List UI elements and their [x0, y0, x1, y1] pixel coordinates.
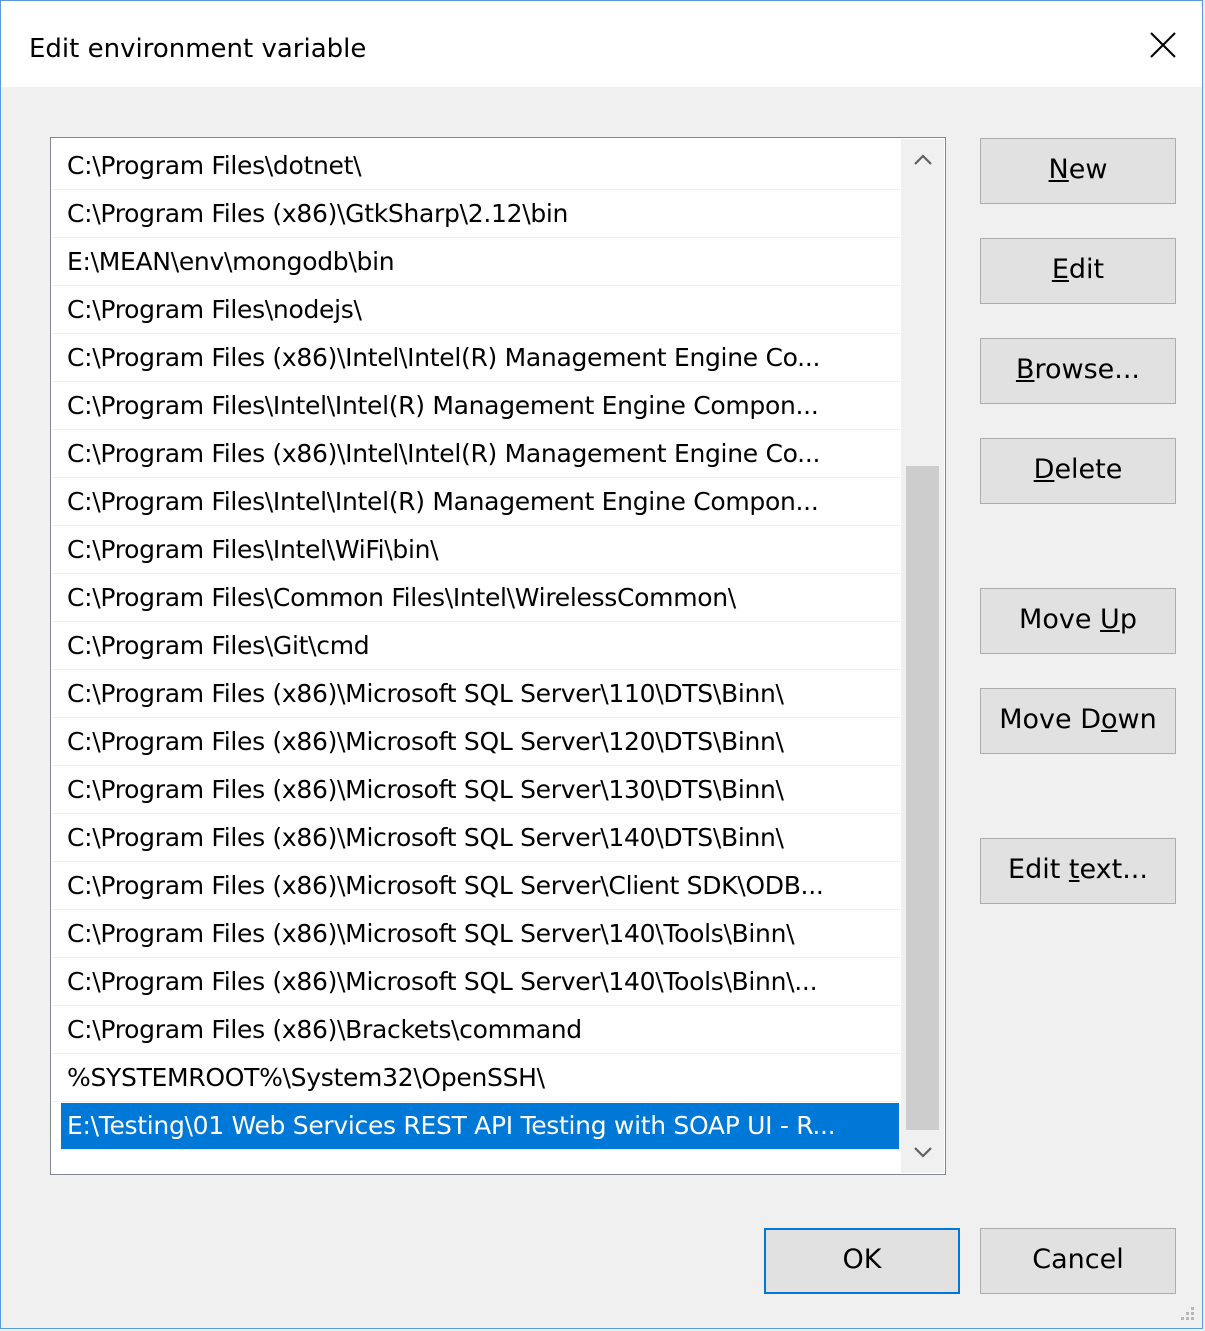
move-down-button-label-pre: Move D — [999, 704, 1102, 735]
list-item[interactable]: E:\MEAN\env\mongodb\bin — [52, 239, 900, 286]
cancel-button[interactable]: Cancel — [980, 1228, 1176, 1294]
list-item[interactable]: C:\Program Files\dotnet\ — [52, 143, 900, 190]
move-up-button-label-post: p — [1119, 604, 1137, 635]
edit-text-button-label-pre: Edit — [1008, 854, 1069, 885]
list-item[interactable]: C:\Program Files\Intel\Intel(R) Manageme… — [52, 383, 900, 430]
move-up-button-mnemonic: U — [1100, 604, 1120, 635]
title-bar: Edit environment variable — [1, 1, 1202, 87]
list-item[interactable]: C:\Program Files\Intel\Intel(R) Manageme… — [52, 479, 900, 526]
list-item[interactable]: C:\Program Files (x86)\Intel\Intel(R) Ma… — [52, 335, 900, 382]
list-item[interactable]: C:\Program Files\Intel\WiFi\bin\ — [52, 527, 900, 574]
edit-button-label-post: dit — [1068, 254, 1105, 285]
delete-button-mnemonic: D — [1033, 454, 1055, 485]
move-down-button-label-post: wn — [1117, 704, 1157, 735]
new-button-mnemonic: N — [1048, 154, 1069, 185]
close-button[interactable] — [1132, 15, 1194, 75]
list-item[interactable]: C:\Program Files (x86)\Intel\Intel(R) Ma… — [52, 431, 900, 478]
browse-button[interactable]: Browse... — [980, 338, 1176, 404]
move-up-button-label-pre: Move — [1019, 604, 1101, 635]
edit-text-button-mnemonic: t — [1068, 854, 1080, 885]
browse-button-mnemonic: B — [1015, 354, 1035, 385]
delete-button[interactable]: Delete — [980, 438, 1176, 504]
path-list[interactable]: C:\Program Files\dotnet\ C:\Program Files… — [50, 137, 946, 1175]
edit-text-button[interactable]: Edit text... — [980, 838, 1176, 904]
ok-button[interactable]: OK — [764, 1228, 960, 1294]
list-item[interactable]: C:\Program Files\nodejs\ — [52, 287, 900, 334]
edit-button-mnemonic: E — [1051, 254, 1069, 285]
edit-text-button-label-post: ext... — [1079, 854, 1148, 885]
list-item[interactable]: C:\Program Files (x86)\Microsoft SQL Ser… — [52, 767, 900, 814]
resize-grip-icon[interactable] — [1174, 1302, 1196, 1324]
list-item[interactable]: C:\Program Files\Git\cmd — [52, 623, 900, 670]
chevron-down-icon — [913, 1147, 932, 1158]
list-item[interactable]: C:\Program Files (x86)\Microsoft SQL Ser… — [52, 815, 900, 862]
list-item[interactable]: C:\Program Files (x86)\Microsoft SQL Ser… — [52, 863, 900, 910]
delete-button-label-post: elete — [1054, 454, 1123, 485]
dialog-title: Edit environment variable — [29, 34, 367, 64]
new-button[interactable]: New — [980, 138, 1176, 204]
list-item[interactable]: C:\Program Files (x86)\Brackets\command — [52, 1007, 900, 1054]
list-item[interactable]: C:\Program Files\Common Files\Intel\Wire… — [52, 575, 900, 622]
list-item[interactable]: C:\Program Files (x86)\Microsoft SQL Ser… — [52, 671, 900, 718]
browse-button-label-post: rowse... — [1034, 354, 1141, 385]
move-down-button[interactable]: Move Down — [980, 688, 1176, 754]
scroll-thumb[interactable] — [906, 466, 939, 1130]
list-item[interactable]: %SYSTEMROOT%\System32\OpenSSH\ — [52, 1055, 900, 1102]
list-item[interactable]: C:\Program Files (x86)\Microsoft SQL Ser… — [52, 959, 900, 1006]
scroll-up-button[interactable] — [901, 139, 944, 181]
list-item[interactable]: C:\Program Files (x86)\Microsoft SQL Ser… — [52, 719, 900, 766]
scroll-down-button[interactable] — [901, 1131, 944, 1173]
dialog-window: Edit environment variable C:\Program Fil… — [0, 0, 1203, 1329]
list-item-selected[interactable]: E:\Testing\01 Web Services REST API Test… — [61, 1103, 899, 1150]
new-button-label-post: ew — [1068, 154, 1108, 185]
list-item[interactable]: C:\Program Files (x86)\GtkSharp\2.12\bin — [52, 191, 900, 238]
list-item[interactable]: C:\Program Files (x86)\Microsoft SQL Ser… — [52, 911, 900, 958]
edit-button[interactable]: Edit — [980, 238, 1176, 304]
close-icon — [1150, 32, 1176, 58]
chevron-up-icon — [913, 154, 932, 165]
move-down-button-mnemonic: o — [1101, 704, 1118, 735]
move-up-button[interactable]: Move Up — [980, 588, 1176, 654]
vertical-scrollbar[interactable] — [901, 139, 944, 1173]
